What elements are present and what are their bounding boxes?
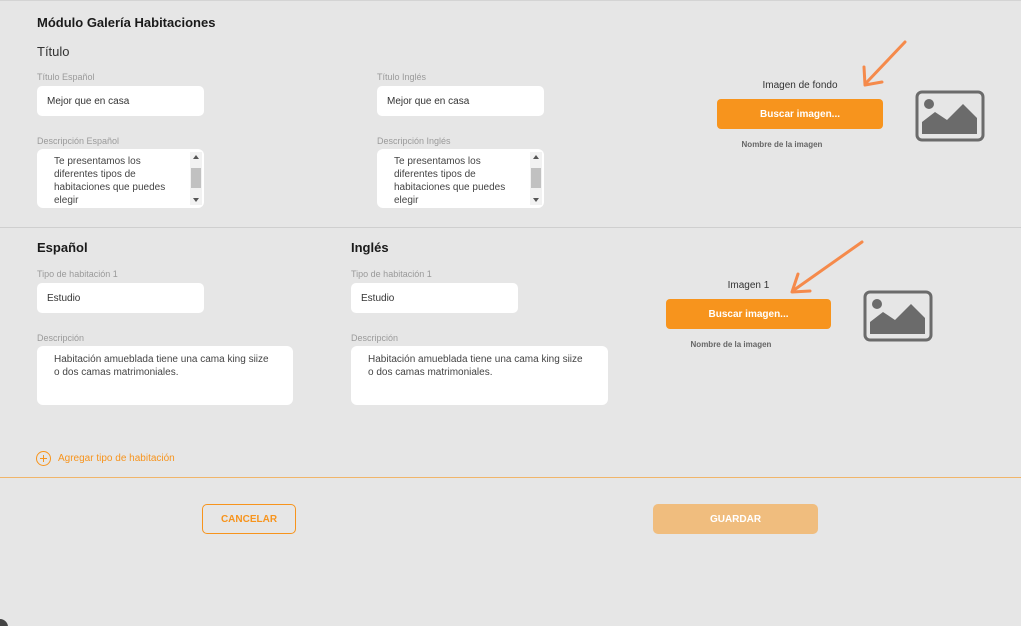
title-en-label: Título Inglés: [377, 72, 427, 82]
scroll-thumb[interactable]: [191, 168, 201, 188]
room-image-search-button[interactable]: Buscar imagen...: [666, 299, 831, 329]
scroll-thumb[interactable]: [531, 168, 541, 188]
gallery-module-page: Módulo Galería Habitaciones Título Títul…: [0, 0, 1021, 626]
room-type-en-input[interactable]: Estudio: [351, 283, 518, 313]
description-es-textarea[interactable]: Te presentamos los diferentes tipos de h…: [37, 149, 204, 208]
english-heading: Inglés: [351, 240, 389, 255]
room-image-name: Nombre de la imagen: [690, 340, 772, 349]
cancel-button[interactable]: CANCELAR: [202, 504, 296, 534]
title-section-heading: Título: [37, 44, 70, 59]
module-title: Módulo Galería Habitaciones: [37, 15, 216, 30]
image-placeholder-icon[interactable]: [863, 290, 933, 342]
image-placeholder-icon[interactable]: [915, 90, 985, 142]
background-image-caption: Imagen de fondo: [762, 80, 838, 91]
room-type-es-label: Tipo de habitación 1: [37, 269, 118, 279]
room-type-en-label: Tipo de habitación 1: [351, 269, 432, 279]
room-description-en-label: Descripción: [351, 333, 399, 343]
section-divider: [0, 227, 1021, 228]
description-es-label: Descripción Español: [37, 136, 120, 146]
title-es-label: Título Español: [37, 72, 95, 82]
room-image-caption: Imagen 1: [727, 280, 770, 291]
scroll-down-icon[interactable]: [533, 198, 539, 202]
spanish-heading: Español: [37, 240, 88, 255]
description-en-scrollbar[interactable]: [530, 152, 542, 205]
room-description-es-text: Habitación amueblada tiene una cama king…: [54, 354, 269, 378]
add-room-type-label: Agregar tipo de habitación: [58, 453, 175, 464]
title-en-input[interactable]: Mejor que en casa: [377, 86, 544, 116]
scroll-up-icon[interactable]: [193, 155, 199, 159]
room-description-es-textarea[interactable]: Habitación amueblada tiene una cama king…: [37, 346, 293, 405]
add-room-type-link[interactable]: Agregar tipo de habitación: [36, 451, 175, 466]
plus-circle-icon: [36, 451, 51, 466]
background-image-name: Nombre de la imagen: [741, 140, 823, 149]
actions-divider: [0, 477, 1021, 478]
title-es-input[interactable]: Mejor que en casa: [37, 86, 204, 116]
save-button[interactable]: GUARDAR: [653, 504, 818, 534]
description-en-label: Descripción Inglés: [377, 136, 451, 146]
scroll-up-icon[interactable]: [533, 155, 539, 159]
window-corner: [0, 619, 8, 626]
description-en-textarea[interactable]: Te presentamos los diferentes tipos de h…: [377, 149, 544, 208]
description-es-scrollbar[interactable]: [190, 152, 202, 205]
room-description-es-label: Descripción: [37, 333, 85, 343]
description-en-text: Te presentamos los diferentes tipos de h…: [394, 156, 506, 206]
background-image-search-button[interactable]: Buscar imagen...: [717, 99, 883, 129]
room-type-es-input[interactable]: Estudio: [37, 283, 204, 313]
scroll-down-icon[interactable]: [193, 198, 199, 202]
room-description-en-textarea[interactable]: Habitación amueblada tiene una cama king…: [351, 346, 608, 405]
room-description-en-text: Habitación amueblada tiene una cama king…: [368, 354, 583, 378]
description-es-text: Te presentamos los diferentes tipos de h…: [54, 156, 166, 206]
